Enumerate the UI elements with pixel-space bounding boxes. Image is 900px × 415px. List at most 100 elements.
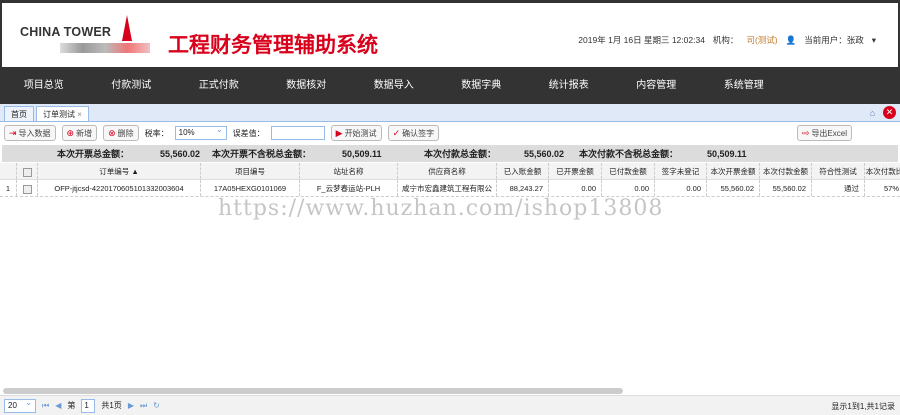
- close-icon[interactable]: ×: [77, 110, 82, 119]
- table-cell: 0.00: [602, 180, 655, 196]
- tab-bar: 首页 订单测试 × ⌂ ✕: [0, 104, 900, 122]
- tab-order-test[interactable]: 订单测试 ×: [36, 106, 89, 121]
- pagination-bar: 20 ⏮ ◀ 第 1 共1页 ▶ ⏭ ↻ 显示1到1,共1记录: [0, 395, 900, 415]
- import-label: 导入数据: [18, 128, 51, 138]
- nav-item[interactable]: 内容管理: [613, 67, 701, 104]
- table-cell: 57%: [865, 180, 900, 196]
- next-page-icon[interactable]: ▶: [128, 401, 134, 410]
- nav-item[interactable]: 数据字典: [438, 67, 526, 104]
- export-excel-button[interactable]: ⇨ 导出Excel: [796, 125, 852, 141]
- column-header[interactable]: 已入账金额: [497, 163, 549, 179]
- column-header[interactable]: 本次付款金额: [760, 163, 812, 179]
- main-nav: 项目总览 付款测试 正式付款 数据核对 数据导入 数据字典 统计报表 内容管理 …: [0, 67, 900, 104]
- row-checkbox[interactable]: [17, 180, 38, 196]
- tax-label: 税率：: [144, 128, 169, 138]
- logo-tower-icon: [122, 15, 132, 41]
- summary-label: 本次开票不含税总金额：: [212, 149, 312, 159]
- first-page-icon[interactable]: ⏮: [42, 401, 49, 411]
- column-header[interactable]: 本次付款比: [865, 163, 900, 179]
- plus-icon: ⊕: [66, 127, 75, 138]
- page-input[interactable]: 1: [81, 398, 96, 413]
- summary-value: 55,560.02: [160, 148, 201, 159]
- record-info: 显示1到1,共1记录: [831, 402, 895, 411]
- watermark: https://www.huzhan.com/ishop13808: [218, 196, 664, 221]
- refresh-icon[interactable]: ↻: [153, 401, 160, 410]
- current-user[interactable]: 当前用户：张政: [804, 34, 864, 46]
- org-value: 司(测试): [746, 35, 778, 45]
- user-icon: 👤: [785, 34, 797, 45]
- confirm-label: 确认签字: [402, 128, 435, 138]
- column-header[interactable]: 供应商名称: [398, 163, 497, 179]
- delete-icon: ⊗: [108, 127, 116, 138]
- page-total: 共1页: [101, 401, 122, 410]
- column-header[interactable]: 签字未登记: [655, 163, 707, 179]
- nav-item[interactable]: 正式付款: [175, 67, 263, 104]
- import-icon: ⇥: [9, 127, 17, 138]
- table-cell: 通过: [812, 180, 865, 196]
- nav-item[interactable]: 项目总览: [0, 67, 88, 104]
- column-header[interactable]: 符合性测试: [812, 163, 865, 179]
- table-cell: 0.00: [655, 180, 707, 196]
- error-input[interactable]: [270, 126, 325, 140]
- nav-item[interactable]: 系统管理: [700, 67, 788, 104]
- import-button[interactable]: ⇥ 导入数据: [4, 125, 56, 141]
- column-header[interactable]: 本次开票金额: [707, 163, 760, 179]
- add-button[interactable]: ⊕ 新增: [61, 125, 98, 141]
- column-header[interactable]: 站址名称: [300, 163, 398, 179]
- page-size-select[interactable]: 20: [4, 397, 36, 413]
- column-header[interactable]: 项目编号: [201, 163, 300, 179]
- nav-item[interactable]: 数据导入: [350, 67, 438, 104]
- table-row[interactable]: 1 OFP-jtjcsd-4220170605101332003604 17A05H…: [0, 180, 900, 197]
- table-cell: F_云梦春运站-PLH: [300, 180, 398, 196]
- summary-label: 本次付款不含税总金额：: [579, 149, 679, 159]
- table-cell: 55,560.02: [707, 180, 760, 196]
- export-icon: ⇨: [801, 127, 810, 138]
- data-grid: 订单编号 ▲ 项目编号 站址名称 供应商名称 已入账金额 已开票金额 已付款金额 签字未登记本…: [0, 163, 900, 197]
- horizontal-scrollbar[interactable]: [3, 388, 623, 394]
- grid-header-row: 订单编号 ▲ 项目编号 站址名称 供应商名称 已入账金额 已开票金额 已付款金额 签字未登记本…: [0, 163, 900, 180]
- summary-label: 本次开票总金额：: [57, 149, 130, 159]
- chevron-down-icon[interactable]: ▾: [872, 35, 876, 46]
- logo-blurred: [60, 43, 150, 53]
- table-cell: 55,560.02: [760, 180, 812, 196]
- summary-bar: 本次开票总金额： 55,560.02 本次开票不含税总金额： 50,509.11…: [2, 145, 898, 162]
- org-label: 机构：: [712, 35, 739, 45]
- close-all-icon[interactable]: ✕: [883, 106, 896, 119]
- summary-value: 55,560.02: [524, 148, 565, 159]
- last-page-icon[interactable]: ⏭: [140, 401, 147, 411]
- logo: CHINA TOWER: [20, 25, 112, 39]
- tax-select[interactable]: 10%: [174, 124, 227, 140]
- nav-item[interactable]: 数据核对: [263, 67, 351, 104]
- table-cell: 88,243.27: [497, 180, 549, 196]
- table-cell: 17A05HEXG0101069: [201, 180, 300, 196]
- table-cell: 咸宁市宏鑫建筑工程有限公: [398, 180, 497, 196]
- tab-home[interactable]: 首页: [4, 106, 34, 121]
- nav-item[interactable]: 统计报表: [525, 67, 613, 104]
- summary-label: 本次付款总金额：: [424, 149, 497, 159]
- start-label: 开始测试: [344, 128, 377, 138]
- export-label: 导出Excel: [811, 128, 847, 138]
- nav-item[interactable]: 付款测试: [88, 67, 176, 104]
- header: CHINA TOWER 工程财务管理辅助系统 2019年 1月 16日 星期三 …: [0, 3, 900, 67]
- toolbar: ⇥导入数据 ⊕新增 ⊗删除 税率： 10% 误差值： ▶开始测试 ✓确认签字 ⇨…: [0, 122, 900, 144]
- column-header[interactable]: 已开票金额: [549, 163, 602, 179]
- prev-page-icon[interactable]: ◀: [55, 401, 61, 410]
- delete-label: 删除: [117, 128, 134, 138]
- column-header[interactable]: 订单编号 ▲: [38, 163, 201, 179]
- start-test-button[interactable]: ▶ 开始测试: [330, 125, 382, 141]
- delete-button[interactable]: ⊗ 删除: [103, 125, 139, 141]
- play-icon: ▶: [335, 127, 343, 138]
- select-all-checkbox[interactable]: [17, 163, 38, 179]
- summary-value: 50,509.11: [342, 148, 382, 159]
- column-header[interactable]: 已付款金额: [602, 163, 655, 179]
- error-label: 误差值：: [232, 128, 265, 138]
- add-label: 新增: [76, 128, 93, 138]
- datetime: 2019年 1月 16日 星期三 12:02:34: [578, 35, 705, 45]
- table-cell: 0.00: [549, 180, 602, 196]
- column-header: [0, 163, 17, 179]
- table-cell: OFP-jtjcsd-4220170605101332003604: [38, 180, 201, 196]
- table-cell: 1: [0, 180, 17, 196]
- home-icon[interactable]: ⌂: [866, 106, 879, 119]
- confirm-sign-button[interactable]: ✓ 确认签字: [387, 125, 440, 141]
- check-icon: ✓: [392, 127, 401, 138]
